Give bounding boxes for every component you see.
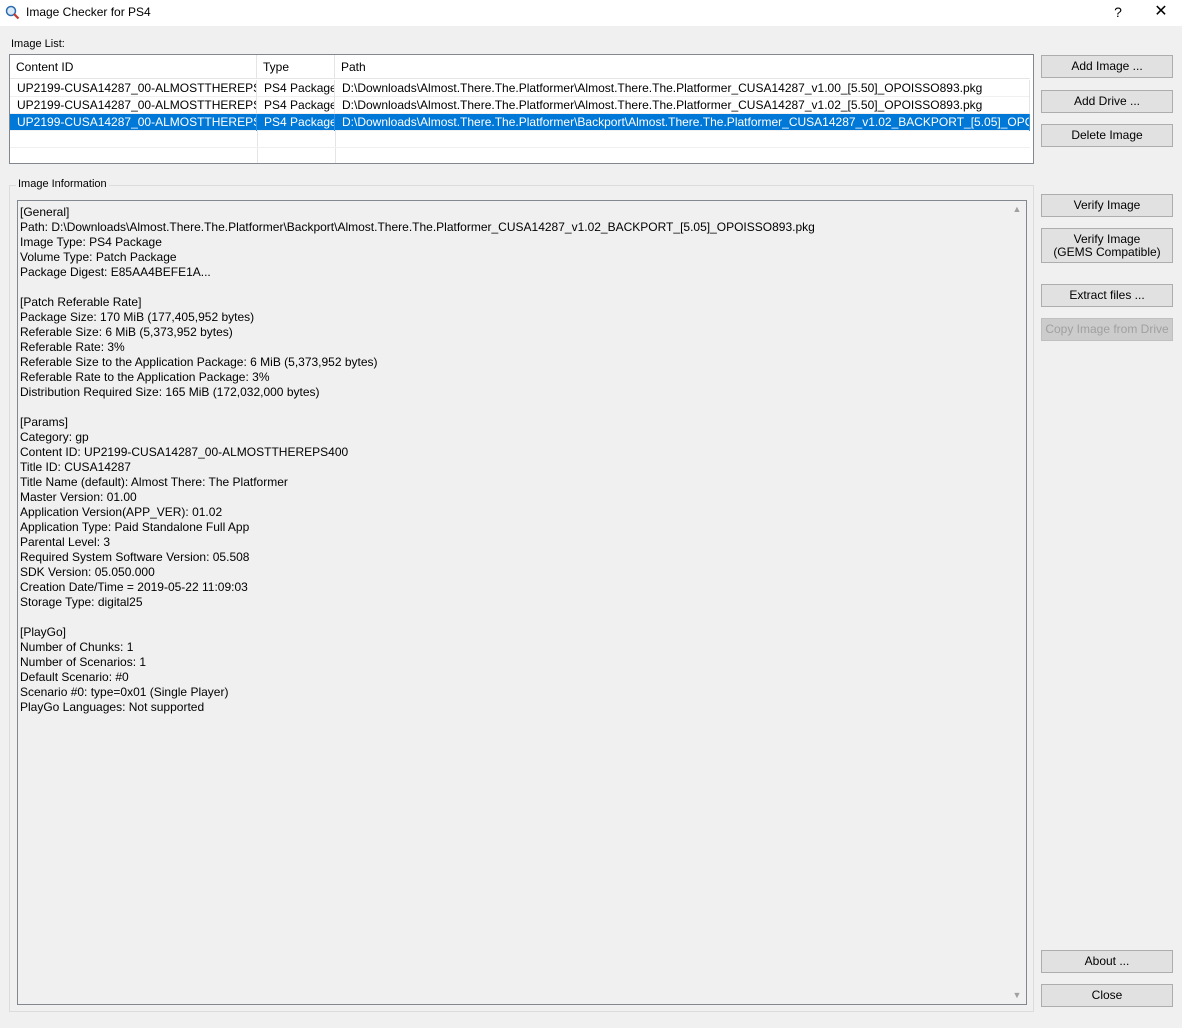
magnifier-app-icon [5,5,20,20]
extract-files-button[interactable]: Extract files ... [1041,284,1173,307]
add-drive-button[interactable]: Add Drive ... [1041,90,1173,113]
window-title: Image Checker for PS4 [26,5,151,19]
add-image-button[interactable]: Add Image ... [1041,55,1173,78]
window-close-button[interactable]: ✕ [1140,0,1182,26]
cell-type: PS4 Package [257,97,335,114]
verify-image-gems-button[interactable]: Verify Image (GEMS Compatible) [1041,228,1173,263]
image-list[interactable]: Content ID Type Path UP2199-CUSA14287_00… [9,54,1034,164]
vertical-scrollbar[interactable]: ▲ ▼ [1008,201,1026,1004]
cell-path: D:\Downloads\Almost.There.The.Platformer… [335,114,1030,131]
image-information-textbox[interactable]: [General] Path: D:\Downloads\Almost.Ther… [17,200,1027,1005]
cell-content-id: UP2199-CUSA14287_00-ALMOSTTHEREPS400 [10,80,257,97]
copy-image-from-drive-button: Copy Image from Drive [1041,318,1173,341]
cell-type: PS4 Package [257,80,335,97]
table-row[interactable]: UP2199-CUSA14287_00-ALMOSTTHEREPS400 PS4 … [10,80,1030,97]
scroll-up-arrow-icon[interactable]: ▲ [1008,201,1026,218]
cell-path: D:\Downloads\Almost.There.The.Platformer… [335,97,1030,114]
column-header-path[interactable]: Path [335,55,1030,79]
cell-type: PS4 Package [257,114,335,131]
table-row[interactable]: UP2199-CUSA14287_00-ALMOSTTHEREPS400 PS4 … [10,97,1030,114]
delete-image-button[interactable]: Delete Image [1041,124,1173,147]
about-button[interactable]: About ... [1041,950,1173,973]
scroll-down-arrow-icon[interactable]: ▼ [1008,987,1026,1004]
verify-image-button[interactable]: Verify Image [1041,194,1173,217]
column-header-type[interactable]: Type [257,55,335,79]
image-list-header: Content ID Type Path [10,55,1030,79]
table-row[interactable]: UP2199-CUSA14287_00-ALMOSTTHEREPS400 PS4 … [10,114,1030,131]
cell-path: D:\Downloads\Almost.There.The.Platformer… [335,80,1030,97]
help-button[interactable]: ? [1100,0,1136,26]
image-information-text: [General] Path: D:\Downloads\Almost.Ther… [20,205,815,714]
column-header-content-id[interactable]: Content ID [10,55,257,79]
close-button[interactable]: Close [1041,984,1173,1007]
grid-divider [10,147,1030,148]
image-information-caption: Image Information [16,178,109,190]
image-list-label: Image List: [11,38,65,50]
cell-content-id: UP2199-CUSA14287_00-ALMOSTTHEREPS400 [10,97,257,114]
verify-image-gems-line2: (GEMS Compatible) [1053,244,1161,259]
title-bar: Image Checker for PS4 ? ✕ [0,0,1182,26]
verify-image-gems-line1: Verify Image [1073,231,1141,246]
cell-content-id: UP2199-CUSA14287_00-ALMOSTTHEREPS400 [10,114,257,131]
